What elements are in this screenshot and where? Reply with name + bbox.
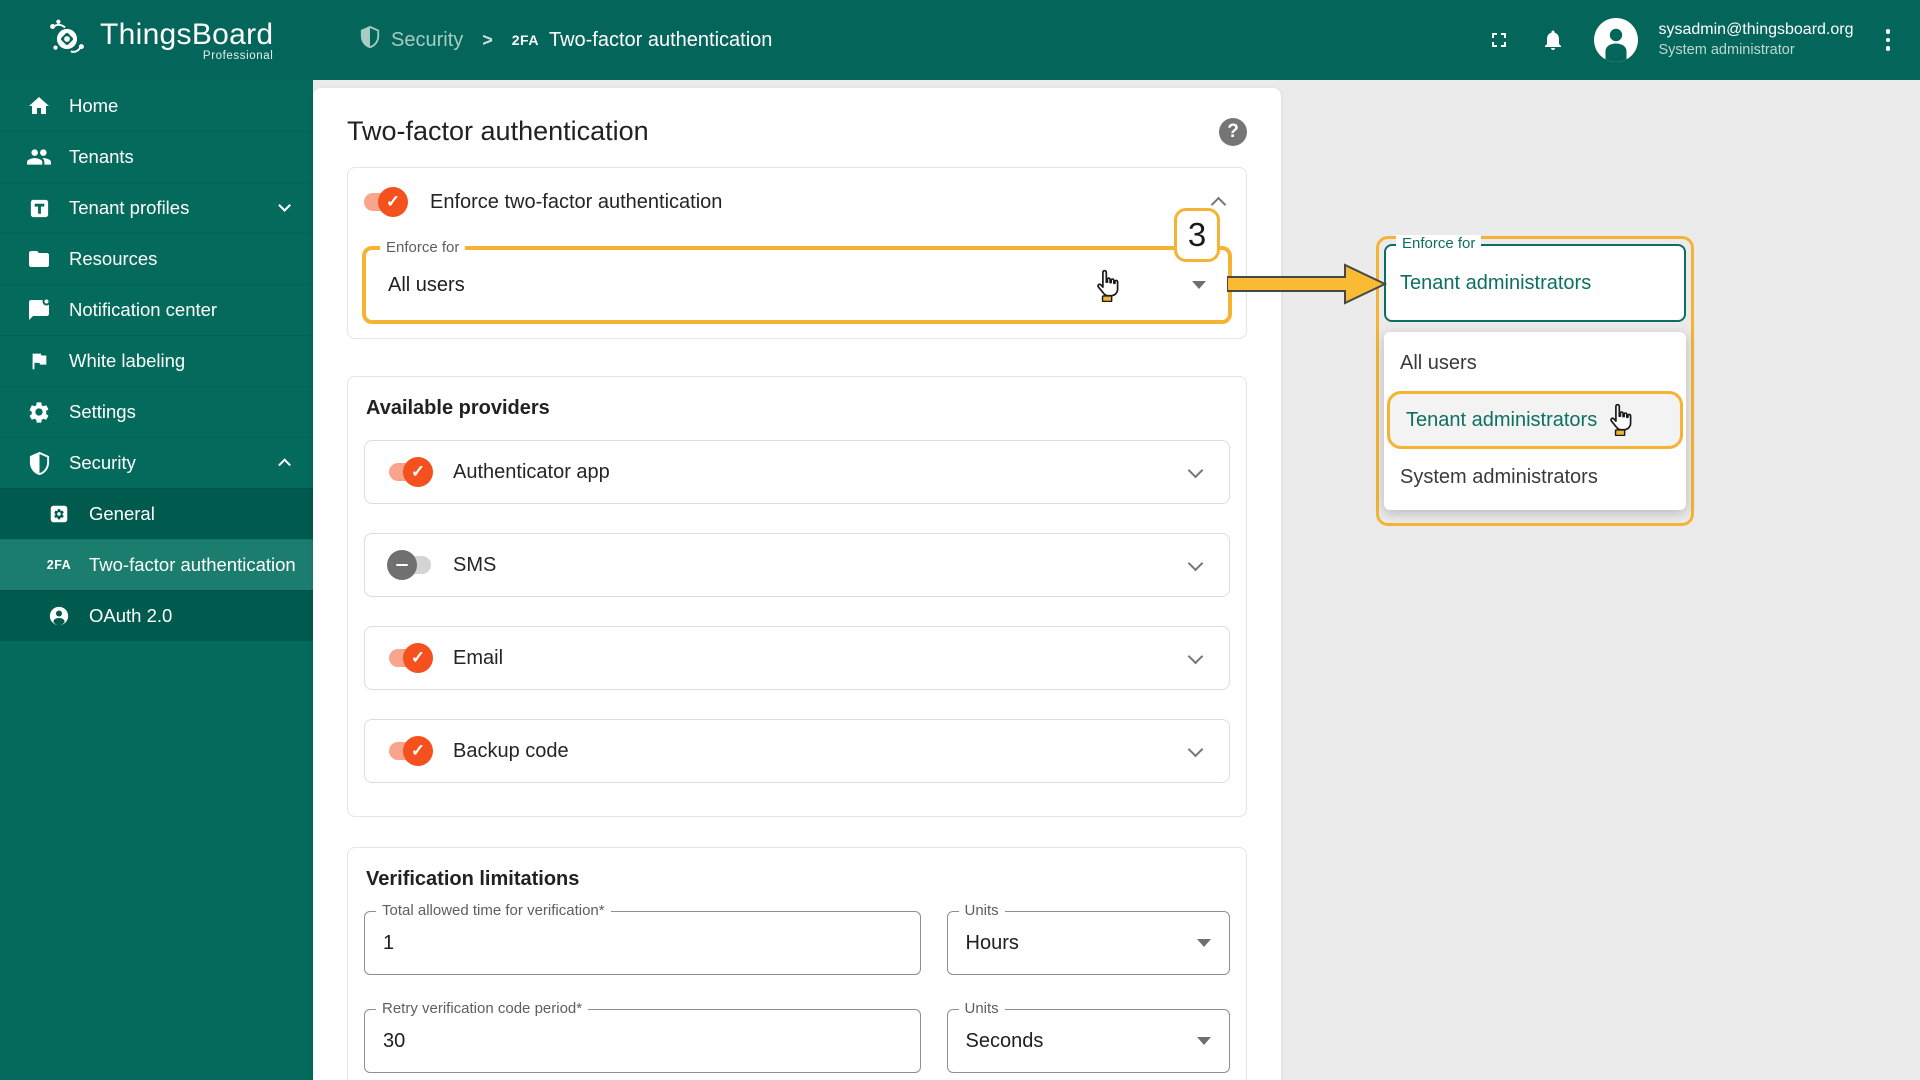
user-role: System administrator bbox=[1658, 41, 1853, 61]
chevron-down-icon[interactable] bbox=[1188, 741, 1204, 757]
hand-cursor-icon bbox=[1093, 268, 1123, 302]
2fa-icon: 2FA bbox=[512, 32, 539, 48]
sidebar-item-home[interactable]: Home bbox=[0, 80, 313, 131]
annotation-arrow-icon bbox=[1227, 262, 1387, 306]
2fa-icon: 2FA bbox=[46, 552, 72, 578]
notification-center-icon bbox=[26, 297, 52, 323]
tenant-profiles-icon bbox=[26, 195, 52, 221]
chevron-down-icon bbox=[278, 200, 291, 213]
select-arrow-icon[interactable] bbox=[1192, 281, 1206, 289]
notifications-bell-icon[interactable] bbox=[1540, 27, 1566, 53]
verification-limitations-panel: Verification limitations Total allowed t… bbox=[347, 847, 1247, 1080]
general-gear-icon bbox=[46, 501, 72, 527]
sidebar-item-settings[interactable]: Settings bbox=[0, 386, 313, 437]
enforce-for-annotation-popup: Enforce for Tenant administrators All us… bbox=[1376, 236, 1694, 526]
folder-icon bbox=[26, 246, 52, 272]
enforce-for-select[interactable]: Enforce for All users 3 bbox=[362, 246, 1232, 324]
brand-logo[interactable]: ThingsBoard Professional bbox=[0, 15, 313, 66]
hand-cursor-icon bbox=[1606, 402, 1636, 436]
user-avatar[interactable] bbox=[1594, 18, 1638, 62]
sidebar-item-notification-center[interactable]: Notification center bbox=[0, 284, 313, 335]
page-title: Two-factor authentication bbox=[347, 116, 649, 147]
sidebar-nav: Home Tenants Tenant profiles Resources N… bbox=[0, 80, 313, 1080]
select-arrow-icon[interactable] bbox=[1197, 1037, 1211, 1045]
brand-name: ThingsBoard bbox=[100, 19, 273, 51]
oauth-person-icon bbox=[46, 603, 72, 629]
enforce-2fa-toggle[interactable] bbox=[362, 187, 408, 217]
backup-code-toggle[interactable] bbox=[387, 736, 433, 766]
enforce-2fa-label: Enforce two-factor authentication bbox=[430, 191, 722, 214]
sidebar-item-white-labeling[interactable]: White labeling bbox=[0, 335, 313, 386]
enforce-panel: Enforce two-factor authentication Enforc… bbox=[347, 167, 1247, 339]
chevron-down-icon[interactable] bbox=[1188, 555, 1204, 571]
main-content: Two-factor authentication ? Enforce two-… bbox=[313, 80, 1920, 1080]
more-menu-icon[interactable] bbox=[1882, 25, 1895, 55]
chevron-up-icon bbox=[278, 459, 291, 472]
app-window: ThingsBoard Professional Security > 2FA … bbox=[0, 0, 1920, 1080]
thingsboard-bug-icon bbox=[44, 15, 90, 66]
enforce-for-label: Enforce for bbox=[380, 239, 465, 256]
breadcrumb: Security > 2FA Two-factor authentication bbox=[359, 25, 1486, 55]
help-icon[interactable]: ? bbox=[1219, 118, 1247, 146]
sidebar-item-general[interactable]: General bbox=[0, 488, 313, 539]
chevron-down-icon[interactable] bbox=[1188, 462, 1204, 478]
option-all-users[interactable]: All users bbox=[1384, 340, 1686, 386]
tenants-icon bbox=[26, 144, 52, 170]
provider-row-sms[interactable]: SMS bbox=[364, 533, 1230, 597]
sms-toggle[interactable] bbox=[387, 550, 433, 580]
shield-icon bbox=[26, 450, 52, 476]
sidebar-item-tenant-profiles[interactable]: Tenant profiles bbox=[0, 182, 313, 233]
authenticator-app-toggle[interactable] bbox=[387, 457, 433, 487]
sidebar-item-two-factor-authentication[interactable]: 2FA Two-factor authentication bbox=[0, 539, 313, 590]
provider-row-email[interactable]: Email bbox=[364, 626, 1230, 690]
shield-icon bbox=[359, 25, 381, 55]
sidebar-item-resources[interactable]: Resources bbox=[0, 233, 313, 284]
gear-icon bbox=[26, 399, 52, 425]
select-arrow-icon[interactable] bbox=[1197, 939, 1211, 947]
home-icon bbox=[26, 93, 52, 119]
annotation-step-number: 3 bbox=[1174, 208, 1220, 262]
white-labeling-icon bbox=[26, 348, 52, 374]
total-time-units-select[interactable]: Units Hours bbox=[947, 911, 1231, 975]
enforce-for-value: All users bbox=[388, 274, 465, 297]
option-tenant-administrators[interactable]: Tenant administrators bbox=[1387, 391, 1683, 449]
chevron-down-icon[interactable] bbox=[1188, 648, 1204, 664]
two-factor-settings-card: Two-factor authentication ? Enforce two-… bbox=[313, 88, 1281, 1080]
user-info[interactable]: sysadmin@thingsboard.org System administ… bbox=[1658, 19, 1853, 60]
fullscreen-icon[interactable] bbox=[1486, 27, 1512, 53]
sidebar-item-oauth[interactable]: OAuth 2.0 bbox=[0, 590, 313, 641]
user-email: sysadmin@thingsboard.org bbox=[1658, 19, 1853, 41]
available-providers-panel: Available providers Authenticator app SM… bbox=[347, 376, 1247, 817]
top-header: ThingsBoard Professional Security > 2FA … bbox=[0, 0, 1920, 80]
verification-heading: Verification limitations bbox=[366, 868, 1228, 891]
total-allowed-time-field[interactable]: Total allowed time for verification* 1 bbox=[364, 911, 921, 975]
email-toggle[interactable] bbox=[387, 643, 433, 673]
option-system-administrators[interactable]: System administrators bbox=[1384, 454, 1686, 500]
retry-code-period-field[interactable]: Retry verification code period* 30 bbox=[364, 1009, 921, 1073]
breadcrumb-security[interactable]: Security bbox=[359, 25, 463, 55]
sidebar-item-tenants[interactable]: Tenants bbox=[0, 131, 313, 182]
brand-edition: Professional bbox=[100, 50, 273, 62]
providers-heading: Available providers bbox=[366, 397, 1228, 420]
header-actions: sysadmin@thingsboard.org System administ… bbox=[1486, 18, 1920, 62]
breadcrumb-separator: > bbox=[482, 30, 493, 51]
breadcrumb-page: 2FA Two-factor authentication bbox=[512, 29, 773, 52]
sidebar-item-security[interactable]: Security bbox=[0, 437, 313, 488]
provider-row-authenticator-app[interactable]: Authenticator app bbox=[364, 440, 1230, 504]
provider-row-backup-code[interactable]: Backup code bbox=[364, 719, 1230, 783]
enforce-for-result-field: Enforce for Tenant administrators bbox=[1384, 244, 1686, 322]
enforce-for-options-menu: All users Tenant administrators System a… bbox=[1384, 332, 1686, 510]
retry-period-units-select[interactable]: Units Seconds bbox=[947, 1009, 1231, 1073]
